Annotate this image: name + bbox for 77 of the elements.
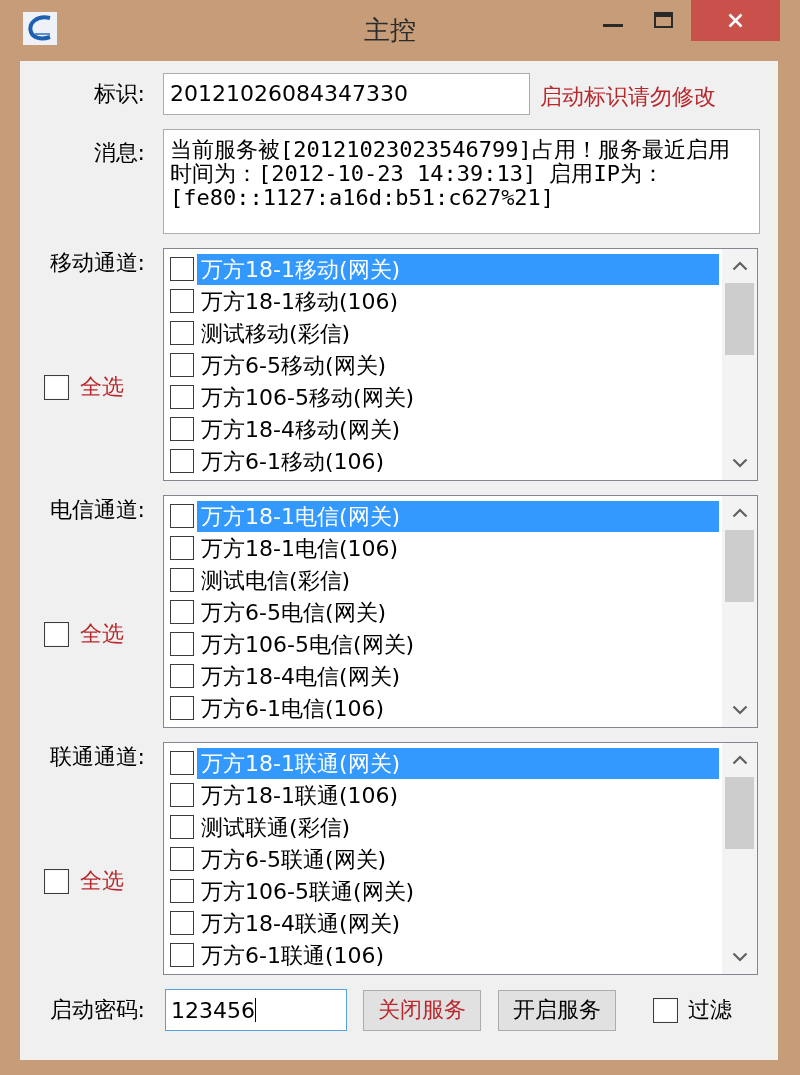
channel-list-item[interactable]: 万方18-4移动(网关) <box>197 413 719 445</box>
checkbox-icon[interactable] <box>170 783 194 807</box>
checkbox-icon[interactable] <box>170 257 194 281</box>
scrollbar-thumb[interactable] <box>725 530 754 602</box>
scrollbar-thumb[interactable] <box>725 283 754 355</box>
checkbox-icon[interactable] <box>170 664 194 688</box>
scrollbar[interactable] <box>722 496 757 727</box>
checkbox-icon[interactable] <box>170 847 194 871</box>
channel-list-item[interactable]: 万方18-4电信(网关) <box>197 660 719 692</box>
message-field[interactable]: 当前服务被[20121023023546799]占用！服务最近启用时间为：[2012-10-23 14:39:13] 启用IP为：[fe80::1127:a16d:b51:c627%21] <box>163 129 760 234</box>
channel-list-item[interactable]: 测试联通(彩信) <box>197 811 719 843</box>
select-all-checkbox[interactable]: 全选 <box>44 619 124 649</box>
minimize-icon <box>603 23 623 27</box>
channel-list-item[interactable]: 万方6-1移动(106) <box>197 445 719 477</box>
id-field[interactable]: 20121026084347330 <box>163 73 530 115</box>
channel-label: 电信通道: <box>48 496 146 524</box>
checkbox-icon[interactable] <box>170 696 194 720</box>
channel-list-item[interactable]: 万方18-1联通(106) <box>197 779 719 811</box>
scrollbar[interactable] <box>722 743 757 974</box>
chevron-down-icon[interactable] <box>731 952 748 962</box>
close-icon <box>728 13 743 28</box>
checkbox-icon[interactable] <box>170 289 194 313</box>
checkbox-icon[interactable] <box>170 536 194 560</box>
warning-note: 启动标识请勿修改 <box>540 83 716 111</box>
checkbox-icon[interactable] <box>170 568 194 592</box>
checkbox-icon[interactable] <box>170 600 194 624</box>
chevron-down-icon[interactable] <box>731 458 748 468</box>
channel-list-item[interactable]: 测试移动(彩信) <box>197 317 719 349</box>
chevron-up-icon[interactable] <box>731 755 748 765</box>
channel-list-item[interactable]: 万方106-5联通(网关) <box>197 875 719 907</box>
field-label: 消息: <box>92 139 146 167</box>
channel-list-item[interactable]: 万方6-5联通(网关) <box>197 843 719 875</box>
checkbox-icon[interactable] <box>170 815 194 839</box>
window-title: 主控 <box>364 15 416 45</box>
checkbox-icon[interactable] <box>170 417 194 441</box>
channel-list-item[interactable]: 测试电信(彩信) <box>197 564 719 596</box>
checkbox-icon[interactable] <box>170 632 194 656</box>
checkbox-icon[interactable] <box>170 504 194 528</box>
text-cursor-icon <box>255 998 256 1022</box>
scrollbar[interactable] <box>722 249 757 480</box>
channel-list-item[interactable]: 万方6-1电信(106) <box>197 692 719 724</box>
checkbox-icon[interactable] <box>170 911 194 935</box>
channel-label: 移动通道: <box>48 249 146 277</box>
chevron-up-icon[interactable] <box>731 508 748 518</box>
filter-checkbox[interactable]: 过滤 <box>653 995 732 1025</box>
channel-list-item[interactable]: 万方6-1联通(106) <box>197 939 719 971</box>
channel-list-item[interactable]: 万方18-1电信(106) <box>197 532 719 564</box>
channel-label: 联通通道: <box>48 743 146 771</box>
chevron-down-icon[interactable] <box>731 705 748 715</box>
checkbox-icon[interactable] <box>170 879 194 903</box>
select-all-checkbox[interactable]: 全选 <box>44 372 124 402</box>
checkbox-icon[interactable] <box>44 868 69 894</box>
checkbox-icon[interactable] <box>44 621 69 647</box>
field-label: 标识: <box>92 80 146 108</box>
checkbox-icon[interactable] <box>170 449 194 473</box>
checkbox-icon[interactable] <box>170 353 194 377</box>
channel-list-item[interactable]: 万方106-5移动(网关) <box>197 381 719 413</box>
checkbox-icon[interactable] <box>170 943 194 967</box>
scrollbar-thumb[interactable] <box>725 777 754 849</box>
maximize-icon <box>653 11 673 28</box>
field-label: 启动密码: <box>48 996 145 1024</box>
checkbox-icon[interactable] <box>170 751 194 775</box>
service-button[interactable]: 开启服务 <box>498 989 616 1031</box>
checkbox-icon[interactable] <box>170 385 194 409</box>
channel-list-item[interactable]: 万方6-5电信(网关) <box>197 596 719 628</box>
chevron-up-icon[interactable] <box>731 261 748 271</box>
channel-list-item[interactable]: 万方18-1移动(106) <box>197 285 719 317</box>
checkbox-icon[interactable] <box>170 321 194 345</box>
app-icon <box>23 12 57 45</box>
checkbox-icon[interactable] <box>44 374 69 400</box>
select-all-checkbox[interactable]: 全选 <box>44 866 124 896</box>
channel-list-item[interactable]: 万方106-5电信(网关) <box>197 628 719 660</box>
channel-list-item[interactable]: 万方18-4联通(网关) <box>197 907 719 939</box>
password-field[interactable]: 123456 <box>165 989 347 1031</box>
service-button[interactable]: 关闭服务 <box>363 989 481 1031</box>
channel-list-item[interactable]: 万方6-5移动(网关) <box>197 349 719 381</box>
checkbox-icon[interactable] <box>653 997 678 1023</box>
